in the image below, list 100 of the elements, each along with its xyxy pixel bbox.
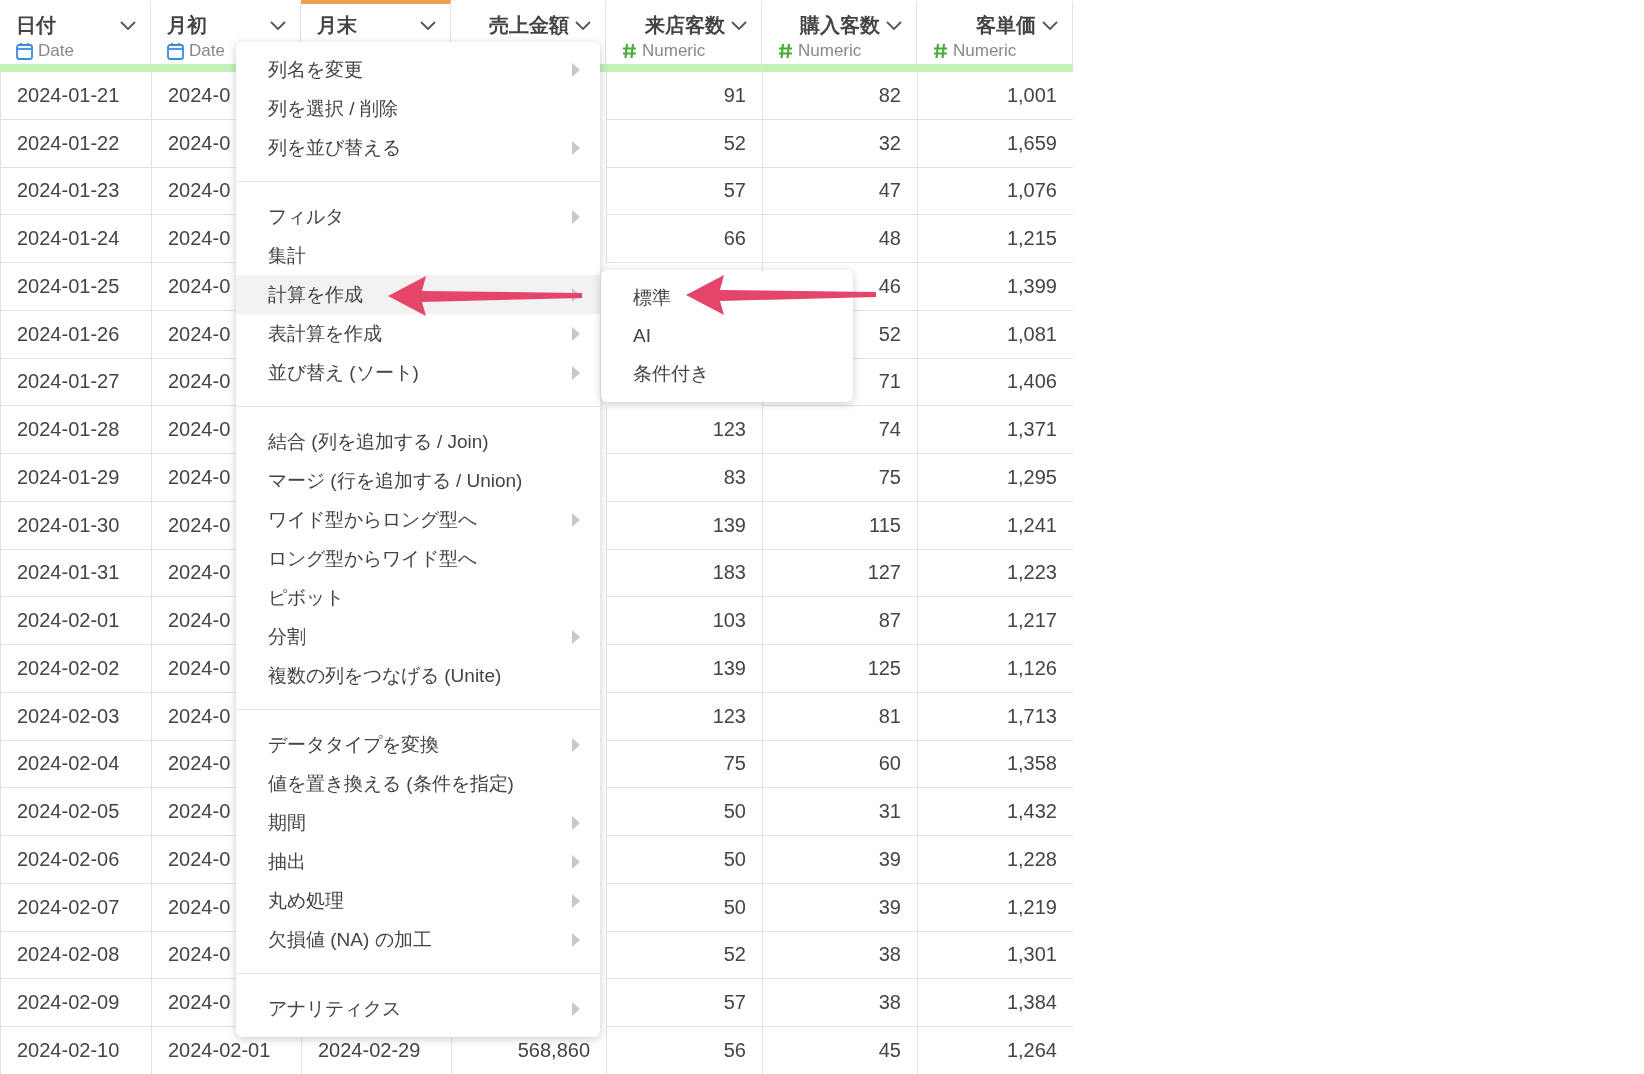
column-header[interactable]: 購入客数 Numeric: [762, 0, 917, 72]
chevron-down-icon[interactable]: [575, 20, 591, 31]
hash-icon: [933, 43, 948, 59]
chevron-down-icon[interactable]: [270, 20, 286, 31]
column-header[interactable]: 客単価 Numeric: [917, 0, 1073, 72]
table-cell: 32: [762, 119, 917, 168]
column-type: Date: [38, 41, 74, 61]
caret-right-icon: [572, 512, 580, 527]
table-cell: 66: [606, 215, 762, 263]
table-cell: 1,219: [917, 883, 1073, 932]
chevron-down-icon[interactable]: [420, 20, 436, 31]
caret-right-icon: [572, 209, 580, 224]
hash-icon: [622, 43, 637, 59]
table-cell: 2024-02-01: [0, 597, 151, 645]
table-cell: 1,295: [917, 454, 1073, 502]
caret-right-icon: [572, 140, 580, 155]
table-cell: 2024-01-23: [0, 167, 151, 216]
table-cell: 2024-01-30: [0, 501, 151, 550]
caret-right-icon: [572, 365, 580, 380]
table-cell: 48: [762, 215, 917, 263]
chevron-down-icon[interactable]: [120, 20, 136, 31]
table-cell: 50: [606, 836, 762, 884]
table-cell: 115: [762, 501, 917, 550]
caret-right-icon: [572, 854, 580, 869]
table-cell: 103: [606, 597, 762, 645]
table-cell: 2024-01-22: [0, 119, 151, 168]
table-cell: 82: [762, 72, 917, 120]
table-cell: 1,217: [917, 597, 1073, 645]
table-cell: 57: [606, 979, 762, 1027]
table-cell: 1,301: [917, 931, 1073, 980]
table-cell: 139: [606, 501, 762, 550]
column-name: 来店客数: [644, 13, 725, 38]
table-cell: 2024-01-24: [0, 215, 151, 263]
table-cell: 1,713: [917, 692, 1073, 741]
column-type: Numeric: [953, 41, 1017, 61]
table-cell: 81: [762, 692, 917, 741]
calendar-icon: [167, 42, 184, 60]
table-cell: 75: [606, 740, 762, 789]
chevron-down-icon[interactable]: [1042, 20, 1058, 31]
table-cell: 31: [762, 788, 917, 836]
table-cell: 87: [762, 597, 917, 645]
caret-right-icon: [572, 893, 580, 908]
menu-item[interactable]: 条件付き: [601, 355, 717, 393]
table-cell: 39: [762, 836, 917, 884]
calendar-icon: [16, 42, 33, 60]
table-cell: 2024-02-10: [0, 1027, 151, 1074]
table-cell: 2024-01-21: [0, 72, 151, 120]
column-header[interactable]: 日付 Date: [0, 0, 151, 72]
table-cell: 2024-01-29: [0, 454, 151, 502]
table-cell: 1,081: [917, 310, 1073, 359]
caret-right-icon: [572, 326, 580, 341]
chevron-down-icon[interactable]: [886, 20, 902, 31]
column-type: Numeric: [798, 41, 862, 61]
table-cell: 60: [762, 740, 917, 789]
table-cell: 74: [762, 406, 917, 454]
table-cell: 2024-01-26: [0, 310, 151, 359]
table-cell: 2024-02-05: [0, 788, 151, 836]
caret-right-icon: [572, 932, 580, 947]
menu-item[interactable]: AI: [601, 317, 659, 355]
column-type: Numeric: [642, 41, 706, 61]
table-cell: 50: [606, 883, 762, 932]
table-cell: 1,406: [917, 358, 1073, 407]
table-cell: 83: [606, 454, 762, 502]
table-cell: 2024-01-31: [0, 549, 151, 598]
table-cell: 1,399: [917, 263, 1073, 311]
caret-right-icon: [572, 1001, 580, 1016]
table-cell: 1,371: [917, 406, 1073, 454]
table-cell: 1,432: [917, 788, 1073, 836]
table-cell: 50: [606, 788, 762, 836]
table-cell: 1,076: [917, 167, 1073, 216]
table-cell: 1,228: [917, 836, 1073, 884]
table-cell: 127: [762, 549, 917, 598]
table-cell: 56: [606, 1027, 762, 1074]
column-name: 購入客数: [799, 13, 880, 38]
table-cell: 2024-02-02: [0, 645, 151, 693]
column-name: 月初: [167, 13, 208, 38]
table-cell: 1,215: [917, 215, 1073, 263]
caret-right-icon: [572, 629, 580, 644]
table-cell: 39: [762, 883, 917, 932]
table-cell: 1,384: [917, 979, 1073, 1027]
table-cell: 125: [762, 645, 917, 693]
table-cell: 75: [762, 454, 917, 502]
chevron-down-icon[interactable]: [731, 20, 747, 31]
table-cell: 1,659: [917, 119, 1073, 168]
table-cell: 2024-02-08: [0, 931, 151, 980]
table-cell: 47: [762, 167, 917, 216]
table-cell: 57: [606, 167, 762, 216]
column-name: 客単価: [975, 13, 1036, 38]
table-cell: 1,126: [917, 645, 1073, 693]
menu-item[interactable]: 標準: [601, 279, 679, 317]
table-cell: 52: [606, 119, 762, 168]
caret-right-icon: [572, 737, 580, 752]
table-cell: 2024-01-28: [0, 406, 151, 454]
table-cell: 183: [606, 549, 762, 598]
column-header[interactable]: 来店客数 Numeric: [606, 0, 762, 72]
table-cell: 1,241: [917, 501, 1073, 550]
table-cell: 38: [762, 931, 917, 980]
table-cell: 45: [762, 1027, 917, 1074]
table-cell: 2024-02-03: [0, 692, 151, 741]
table-cell: 123: [606, 406, 762, 454]
